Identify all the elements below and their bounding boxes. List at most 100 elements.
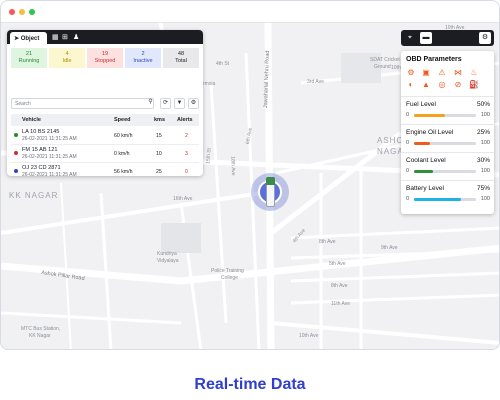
column-alerts[interactable]: Alerts [177, 117, 193, 123]
status-count-stopped: 19 [101, 51, 109, 57]
headlight-icon: ◐ [408, 80, 414, 89]
column-speed[interactable]: Speed [114, 117, 131, 123]
map-label-rmsia: rmsia [203, 81, 216, 87]
column-kms[interactable]: kms [154, 117, 165, 123]
gauge-name: Fuel Level [406, 101, 436, 108]
gear-icon[interactable]: ⚙ [479, 32, 491, 44]
gauge-max: 100 [480, 168, 490, 174]
status-count-idle: 4 [65, 51, 69, 57]
vehicle-speed: 0 km/h [114, 151, 130, 157]
gauge-track [414, 198, 476, 201]
search-input[interactable]: Search [11, 98, 154, 109]
status-count-running: 21 [25, 51, 33, 57]
status-label-total: Total [175, 58, 187, 64]
table-row[interactable]: OJ 23 CD 2871 26-02-2021 11:31:25 AM 56 km… [11, 163, 199, 176]
map-label-ashok-nagar-1: ASHO [377, 136, 404, 145]
status-filter-total[interactable]: 48 Total [163, 48, 199, 68]
divider [401, 96, 494, 97]
minimize-window-dot[interactable] [19, 9, 25, 15]
map-label-eleventh-ave: 11th Ave [331, 301, 350, 307]
fuel-pump-icon: ⛽ [469, 80, 479, 89]
close-window-dot[interactable] [9, 9, 15, 15]
wrench-icon: ⋈ [454, 68, 462, 77]
gauge-min: 0 [406, 168, 410, 174]
status-filter-running[interactable]: 21 Running [11, 48, 47, 68]
obd-panel: OBD Parameters ⚙ ▣ ⚠ ⋈ ♨ ◐ ▲ ◎ ⊘ ⛽ Fuel … [401, 51, 494, 214]
map-label-eighteenth-ave: 18th Ave [229, 156, 237, 176]
status-count-total: 48 [177, 51, 185, 57]
coolant-icon: ♨ [470, 68, 478, 77]
map-label-kundriya-1: Kundriya [157, 251, 177, 257]
gauge-track [414, 114, 476, 117]
map-label-kk-nagar: KK NAGAR [9, 191, 59, 200]
grid-icon[interactable]: ⊞ [62, 33, 68, 41]
status-filter-idle[interactable]: 4 Idle [49, 48, 85, 68]
status-filter-stopped[interactable]: 19 Stopped [87, 48, 123, 68]
filter-icon[interactable]: ▼ [174, 98, 185, 109]
navigate-arrow-icon: ➤ [14, 36, 21, 42]
people-icon[interactable]: ♟ [73, 33, 79, 41]
map-label-mtc-2: KK Nagar [29, 333, 51, 339]
map-toolbar: ⌖ ▬ ⚙ [401, 30, 494, 46]
search-icon[interactable]: ⚲ [145, 98, 156, 109]
map-label-sixteenth-ave: 16th Ave [173, 196, 193, 202]
map-label-kundriya-2: Vidyalaya [157, 258, 179, 264]
gauge-min: 0 [406, 196, 410, 202]
map-label-ninth-ave: 9th Ave [381, 245, 398, 251]
map-label-fifth-ave: 5th Ave [329, 261, 346, 267]
truck-icon[interactable] [266, 177, 275, 207]
vehicle-speed: 56 km/h [114, 169, 133, 175]
gauge-min: 0 [406, 112, 410, 118]
gear-icon[interactable]: ⚙ [188, 98, 199, 109]
divider [401, 124, 494, 125]
vehicle-alerts: 0 [185, 169, 188, 175]
column-vehicle[interactable]: Vehicle [22, 117, 41, 123]
vehicle-alerts: 2 [185, 133, 188, 139]
gauge-fill [414, 170, 433, 173]
vehicle-kms: 15 [156, 133, 162, 139]
status-label-stopped: Stopped [94, 58, 116, 64]
vehicle-table-header: Vehicle Speed kms Alerts [11, 114, 199, 126]
location-pin-icon[interactable]: ⌖ [404, 32, 416, 44]
vehicle-timestamp: 26-02-2021 11:31:25 AM [22, 154, 77, 160]
maximize-window-dot[interactable] [29, 9, 35, 15]
map-label-sdat-2: Ground [374, 64, 391, 70]
gauge-max: 100 [480, 112, 490, 118]
map-label-third-ave: 3rd Ave [307, 79, 324, 85]
gauge-percent: 50% [476, 101, 490, 108]
divider [401, 152, 494, 153]
status-filter-inactive[interactable]: 2 Inactive [125, 48, 161, 68]
map-label-police-1: Police Training [211, 268, 244, 274]
tab-object[interactable]: ➤ Object [10, 32, 47, 44]
status-dot [14, 151, 18, 155]
vehicle-alerts: 3 [185, 151, 188, 157]
truck-icon[interactable]: ▬ [420, 32, 432, 44]
map-label-eighth-ave: 8th Ave [319, 239, 336, 245]
vehicle-name: LA 10 BS 2145 [22, 129, 60, 135]
vehicle-kms: 10 [156, 151, 162, 157]
tab-object-label: Object [20, 36, 40, 42]
obd-title: OBD Parameters [406, 56, 462, 63]
map-label-sdat-1: SDAT Cricket [370, 57, 400, 63]
search-row: Search ⚲ ⟳ ▼ ⚙ [11, 98, 199, 110]
status-label-inactive: Inactive [133, 58, 153, 64]
refresh-icon[interactable]: ⟳ [160, 98, 171, 109]
gauge-fill [414, 114, 445, 117]
status-dot [14, 133, 18, 137]
map-label-ashok-nagar-2: NAGA [377, 147, 404, 156]
table-row[interactable]: FM 15 AB 121 26-02-2021 11:31:25 AM 0 km/h… [11, 145, 199, 163]
vehicle-kms: 25 [156, 169, 162, 175]
vehicle-name: FM 15 AB 121 [22, 147, 58, 153]
status-label-idle: Idle [62, 58, 72, 64]
map-label-eighth-ave-b: 8th Ave [331, 283, 348, 289]
engine-icon: ⚙ [407, 68, 415, 77]
gauge-max: 100 [480, 196, 490, 202]
object-panel: ➤ Object ▦ ⊞ ♟ 21 Running 4 Idle 19 Stopped 2 I… [7, 30, 203, 176]
vehicle-name: OJ 23 CD 2871 [22, 165, 61, 171]
building-icon[interactable]: ▦ [52, 33, 59, 41]
gauge-fill [414, 198, 461, 201]
gauge-percent: 75% [476, 185, 490, 192]
gauge-track [414, 170, 476, 173]
gauge-percent: 25% [476, 129, 490, 136]
table-row[interactable]: LA 10 BS 2145 26-02-2021 11:31:25 AM 60 km… [11, 127, 199, 145]
